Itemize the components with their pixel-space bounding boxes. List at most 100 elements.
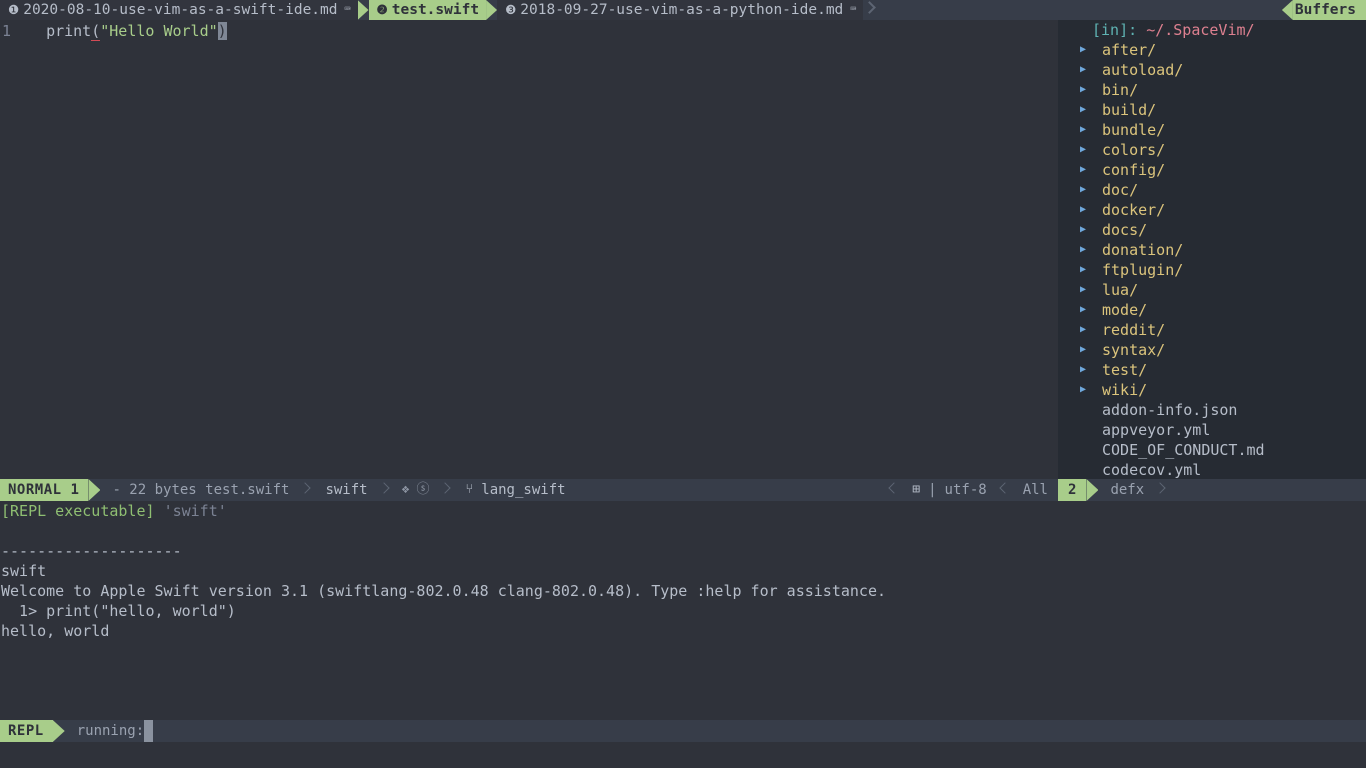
spacevim-window: ❶ 2020-08-10-use-vim-as-a-swift-ide.md ⌨…: [0, 0, 1366, 768]
tab-buffer-1[interactable]: ❶ 2020-08-10-use-vim-as-a-swift-ide.md ⌨: [0, 0, 358, 20]
expand-arrow-icon[interactable]: ▶: [1058, 300, 1102, 320]
file-tree-item[interactable]: ▶ colors/: [1058, 140, 1366, 160]
file-tree-item[interactable]: ▶ test/: [1058, 360, 1366, 380]
expand-arrow-icon[interactable]: ▶: [1058, 380, 1102, 400]
expand-arrow-icon[interactable]: ▶: [1058, 240, 1102, 260]
expand-arrow-icon[interactable]: ▶: [1058, 280, 1102, 300]
keyboard-icon: ⌨: [344, 4, 351, 15]
tab-label: 2020-08-10-use-vim-as-a-swift-ide.md: [23, 2, 338, 18]
tab-buffer-3[interactable]: ❸ 2018-09-27-use-vim-as-a-python-ide.md …: [497, 0, 864, 20]
expand-arrow-icon[interactable]: ▶: [1058, 40, 1102, 60]
statusline-icon-group: ❖ ⓢ: [392, 479, 440, 501]
code-string-literal: "Hello World": [100, 22, 218, 40]
code-line-1: 1 print("Hello World"): [0, 20, 1058, 42]
buffers-cap: [1281, 0, 1293, 20]
file-tree-item[interactable]: appveyor.yml: [1058, 420, 1366, 440]
statusline-encoding: ⊞ | utf-8: [900, 479, 996, 501]
file-tree-item-label: config/: [1102, 161, 1166, 179]
repl-executable-value: 'swift': [163, 502, 227, 520]
file-tree-item[interactable]: ▶ mode/: [1058, 300, 1366, 320]
tab-buffer-2[interactable]: ❷ test.swift: [368, 0, 487, 20]
statusline-filetype-label: swift: [325, 482, 368, 498]
file-tree-item[interactable]: ▶ reddit/: [1058, 320, 1366, 340]
terminal-line: hello, world: [1, 622, 110, 640]
file-tree-item[interactable]: ▶ after/: [1058, 40, 1366, 60]
tab-separator-2: [486, 0, 498, 20]
repl-cursor: [144, 720, 153, 742]
file-tree-item[interactable]: ▶ ftplugin/: [1058, 260, 1366, 280]
file-tree-item[interactable]: ▶ config/: [1058, 160, 1366, 180]
tab-separator-3: [863, 0, 877, 20]
tab-separator-1: [357, 0, 369, 20]
file-tree-window-number-label: 2: [1068, 482, 1077, 498]
file-tree-item[interactable]: ▶ docs/: [1058, 220, 1366, 240]
tab-index-icon: ❷: [376, 2, 388, 17]
expand-arrow-icon[interactable]: ▶: [1058, 80, 1102, 100]
expand-arrow-icon[interactable]: ▶: [1058, 260, 1102, 280]
statusline-separator: |: [928, 482, 937, 498]
branch-icon: ⑂: [465, 482, 474, 497]
file-tree-item-label: mode/: [1102, 301, 1148, 319]
file-tree-item-label: doc/: [1102, 181, 1139, 199]
statusline-scroll: All: [1011, 479, 1058, 501]
buffers-button[interactable]: Buffers: [1292, 0, 1366, 20]
expand-arrow-icon[interactable]: ▶: [1058, 160, 1102, 180]
file-tree-item[interactable]: ▶ wiki/: [1058, 380, 1366, 400]
editor-pane[interactable]: 1 print("Hello World"): [0, 20, 1058, 479]
file-tree-item[interactable]: ▶ syntax/: [1058, 340, 1366, 360]
file-tree-item[interactable]: codecov.yml: [1058, 460, 1366, 479]
expand-arrow-icon[interactable]: ▶: [1058, 200, 1102, 220]
expand-arrow-icon[interactable]: ▶: [1058, 340, 1102, 360]
file-tree-panel[interactable]: [in]: ~/.SpaceVim/ ▶ after/▶ autoload/▶ bin…: [1058, 20, 1366, 479]
expand-arrow-icon[interactable]: ▶: [1058, 140, 1102, 160]
statusline-arrow-3: [439, 479, 453, 501]
file-tree-item[interactable]: ▶ doc/: [1058, 180, 1366, 200]
expand-arrow-icon[interactable]: ▶: [1058, 180, 1102, 200]
file-tree-statusline: 2 defx: [1058, 479, 1366, 501]
expand-arrow-icon[interactable]: ▶: [1058, 120, 1102, 140]
file-tree-item-label: reddit/: [1102, 321, 1166, 339]
file-tree-item-label: bundle/: [1102, 121, 1166, 139]
file-tree-item-label: test/: [1102, 361, 1148, 379]
file-tree-header-path: ~/.SpaceVim/: [1146, 21, 1255, 39]
file-tree-statusline-arrow: [1086, 479, 1099, 501]
terminal-line: --------------------: [1, 542, 182, 560]
statusline-branch-label: lang_swift: [481, 482, 566, 498]
file-tree-item[interactable]: ▶ bin/: [1058, 80, 1366, 100]
expand-arrow-icon[interactable]: ▶: [1058, 360, 1102, 380]
file-tree-item-label: bin/: [1102, 81, 1139, 99]
tab-index-icon: ❶: [8, 2, 20, 17]
file-tree-item[interactable]: ▶ bundle/: [1058, 120, 1366, 140]
statusline: NORMAL 1 - 22 bytes test.swift swift ❖ ⓢ…: [0, 479, 1058, 501]
file-tree-list: ▶ after/▶ autoload/▶ bin/▶ build/▶ bundle/▶ co…: [1058, 40, 1366, 479]
file-tree-header-space: [1137, 21, 1146, 39]
expand-arrow-icon[interactable]: ▶: [1058, 100, 1102, 120]
file-tree-item-label: wiki/: [1102, 381, 1148, 399]
statusline-file-info-label: - 22 bytes test.swift: [112, 482, 290, 498]
file-tree-item[interactable]: ▶ autoload/: [1058, 60, 1366, 80]
expand-arrow-icon[interactable]: ▶: [1058, 60, 1102, 80]
file-tree-item[interactable]: ▶ lua/: [1058, 280, 1366, 300]
statusline-arrow-4: [886, 479, 900, 501]
expand-arrow-icon[interactable]: ▶: [1058, 220, 1102, 240]
file-tree-item[interactable]: ▶ donation/: [1058, 240, 1366, 260]
file-tree-item[interactable]: CODE_OF_CONDUCT.md: [1058, 440, 1366, 460]
terminal-line: 1> print("hello, world"): [1, 602, 236, 620]
terminal-pane[interactable]: [REPL executable] 'swift' --------------…: [0, 501, 1366, 720]
buffers-label: Buffers: [1294, 2, 1356, 18]
repl-status-label: running:: [76, 723, 145, 739]
repl-executable-label: [REPL executable]: [1, 502, 155, 520]
cursor: ): [217, 22, 227, 40]
file-tree-item-label: codecov.yml: [1102, 461, 1202, 479]
tabline-filler: [877, 0, 1282, 20]
file-tree-item[interactable]: addon-info.json: [1058, 400, 1366, 420]
statusline-branch[interactable]: ⑂ lang_swift: [453, 479, 575, 501]
statusline-encoding-label: utf-8: [944, 482, 987, 498]
expand-arrow-icon[interactable]: ▶: [1058, 320, 1102, 340]
file-tree-item-label: CODE_OF_CONDUCT.md: [1102, 441, 1265, 459]
file-tree-item[interactable]: ▶ build/: [1058, 100, 1366, 120]
file-tree-item[interactable]: ▶ docker/: [1058, 200, 1366, 220]
